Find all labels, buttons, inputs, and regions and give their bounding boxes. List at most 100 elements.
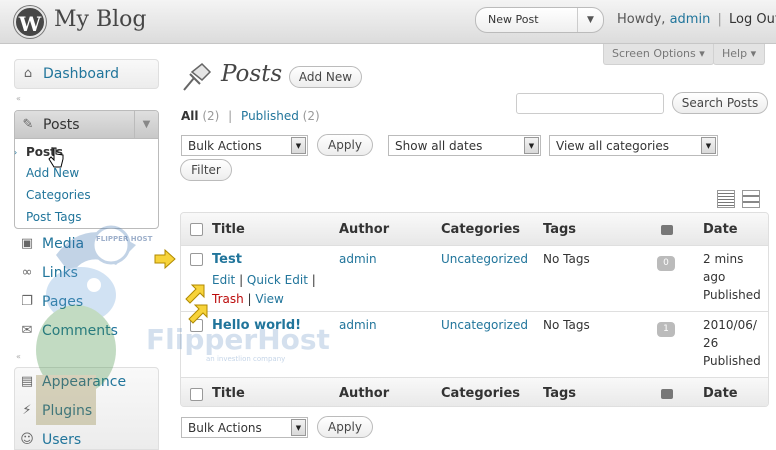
bulk-actions-select[interactable]: Bulk Actions ▼ <box>181 135 308 156</box>
column-author-footer[interactable]: Author <box>339 386 389 401</box>
column-categories-footer[interactable]: Categories <box>441 386 520 401</box>
chevron-down-icon[interactable]: ▼ <box>701 137 716 154</box>
help-tab[interactable]: Help ▾ <box>713 44 766 65</box>
menu-posts-header[interactable]: ✎ Posts ▼ <box>15 111 158 139</box>
filter-button[interactable]: Filter <box>180 159 232 181</box>
edit-link[interactable]: Edit <box>212 273 235 287</box>
logout-link[interactable]: Log Out <box>729 12 776 27</box>
menu-collapse-icon-2[interactable]: « <box>16 352 21 361</box>
menu-dashboard-label: Dashboard <box>43 66 119 82</box>
apply-button[interactable]: Apply <box>317 134 373 156</box>
menu-dashboard[interactable]: ⌂ Dashboard <box>14 59 159 89</box>
comment-bubble-icon <box>661 389 673 399</box>
menu-media[interactable]: ▣ Media <box>14 230 159 259</box>
submenu-categories[interactable]: Categories <box>26 188 91 202</box>
posts-table: Title Author Categories Tags Date Test E… <box>180 212 769 407</box>
column-date-footer[interactable]: Date <box>703 386 738 401</box>
menu-toggle-icon[interactable]: ▼ <box>134 111 158 139</box>
filter-all-link[interactable]: All <box>181 109 199 123</box>
submenu-post-tags[interactable]: Post Tags <box>26 210 82 224</box>
menu-pages[interactable]: ❐ Pages <box>14 288 159 317</box>
chevron-down-icon[interactable]: ▼ <box>524 137 539 154</box>
chevron-down-icon[interactable]: ▼ <box>291 419 306 436</box>
column-tags[interactable]: Tags <box>543 222 576 237</box>
filter-published-count: (2) <box>302 109 320 123</box>
howdy-text: Howdy, <box>617 12 666 27</box>
chevron-down-icon[interactable]: ▼ <box>291 137 306 154</box>
current-item-arrow-icon: › <box>14 148 18 157</box>
pointer-arrow-up-right-icon <box>188 304 208 324</box>
category-link[interactable]: Uncategorized <box>441 252 528 266</box>
categories-select[interactable]: View all categories ▼ <box>549 135 718 156</box>
search-posts-button[interactable]: Search Posts <box>672 92 768 114</box>
plugins-icon: ⚡ <box>22 403 32 418</box>
column-author[interactable]: Author <box>339 222 389 237</box>
dates-value: Show all dates <box>395 139 483 153</box>
row-actions: Edit | Quick Edit | <box>212 273 316 287</box>
links-icon: ∞ <box>21 265 33 280</box>
author-link[interactable]: admin <box>339 252 377 266</box>
filter-all-count: (2) <box>202 109 220 123</box>
post-title-link[interactable]: Hello world! <box>212 318 301 333</box>
user-link[interactable]: admin <box>670 12 711 27</box>
add-new-button[interactable]: Add New <box>289 66 362 88</box>
view-link[interactable]: View <box>255 292 283 306</box>
column-tags-footer[interactable]: Tags <box>543 386 576 401</box>
bulk-actions-value-bottom: Bulk Actions <box>188 421 262 435</box>
menu-posts[interactable]: ✎ Posts ▼ Posts Add New Categories Post … <box>14 110 159 229</box>
dashboard-icon: ⌂ <box>23 66 33 81</box>
site-title[interactable]: My Blog <box>54 7 146 32</box>
filter-separator: | <box>228 109 233 123</box>
select-all-checkbox[interactable] <box>190 223 203 236</box>
users-icon: ☺ <box>20 432 34 447</box>
dates-select[interactable]: Show all dates ▼ <box>388 135 541 156</box>
mouse-cursor-icon <box>48 147 64 168</box>
table-row: Hello world! admin Uncategorized No Tags… <box>181 311 768 377</box>
appearance-icon: ▤ <box>20 374 34 389</box>
status-filter-links: All (2) | Published (2) <box>181 109 320 123</box>
list-view-icon[interactable] <box>717 190 735 208</box>
pointer-arrow-right-icon <box>154 248 176 270</box>
comment-count-badge[interactable]: 0 <box>657 256 675 271</box>
menu-comments-label: Comments <box>42 323 118 339</box>
trash-link[interactable]: Trash <box>212 292 244 306</box>
quick-edit-link[interactable]: Quick Edit <box>247 273 308 287</box>
chevron-down-icon[interactable]: ▼ <box>577 8 603 32</box>
menu-media-label: Media <box>42 236 85 252</box>
menu-appearance[interactable]: ▤ Appearance <box>14 368 159 397</box>
select-all-checkbox-footer[interactable] <box>190 388 203 401</box>
date-line2: 26 <box>703 336 719 350</box>
row-checkbox[interactable] <box>190 253 203 266</box>
author-link[interactable]: admin <box>339 318 377 332</box>
menu-plugins[interactable]: ⚡ Plugins <box>14 397 159 426</box>
filter-published-link[interactable]: Published <box>241 109 299 123</box>
menu-links[interactable]: ∞ Links <box>14 259 159 288</box>
menu-posts-label: Posts <box>43 117 80 133</box>
pages-icon: ❐ <box>21 294 33 309</box>
apply-button-bottom[interactable]: Apply <box>317 416 373 438</box>
comment-count-badge[interactable]: 1 <box>657 322 675 337</box>
column-date[interactable]: Date <box>703 222 738 237</box>
admin-header: W My Blog New Post ▼ Howdy, admin | Log … <box>0 0 776 44</box>
category-link[interactable]: Uncategorized <box>441 318 528 332</box>
user-info: Howdy, admin | Log Out <box>617 12 776 27</box>
menu-users[interactable]: ☺ Users <box>14 426 159 450</box>
menu-comments[interactable]: ✉ Comments <box>14 317 159 346</box>
favorite-actions-dropdown[interactable]: New Post ▼ <box>475 7 604 33</box>
table-header: Title Author Categories Tags Date <box>181 213 768 246</box>
bulk-actions-select-bottom[interactable]: Bulk Actions ▼ <box>181 417 308 438</box>
excerpt-view-icon[interactable] <box>742 190 760 208</box>
favorite-actions-label[interactable]: New Post <box>488 13 539 26</box>
search-input[interactable] <box>516 93 664 114</box>
page-title: Posts <box>221 61 283 87</box>
column-categories[interactable]: Categories <box>441 222 520 237</box>
screen-options-tab[interactable]: Screen Options ▾ <box>603 44 714 65</box>
column-title-footer[interactable]: Title <box>212 386 245 401</box>
pushpin-icon: ✎ <box>22 117 34 132</box>
row-actions-2: Trash | View <box>212 292 284 306</box>
pushpin-icon <box>183 62 212 91</box>
media-icon: ▣ <box>20 236 34 251</box>
menu-collapse-icon[interactable]: « <box>16 94 21 103</box>
column-title[interactable]: Title <box>212 222 245 237</box>
post-title-link[interactable]: Test <box>212 252 242 267</box>
